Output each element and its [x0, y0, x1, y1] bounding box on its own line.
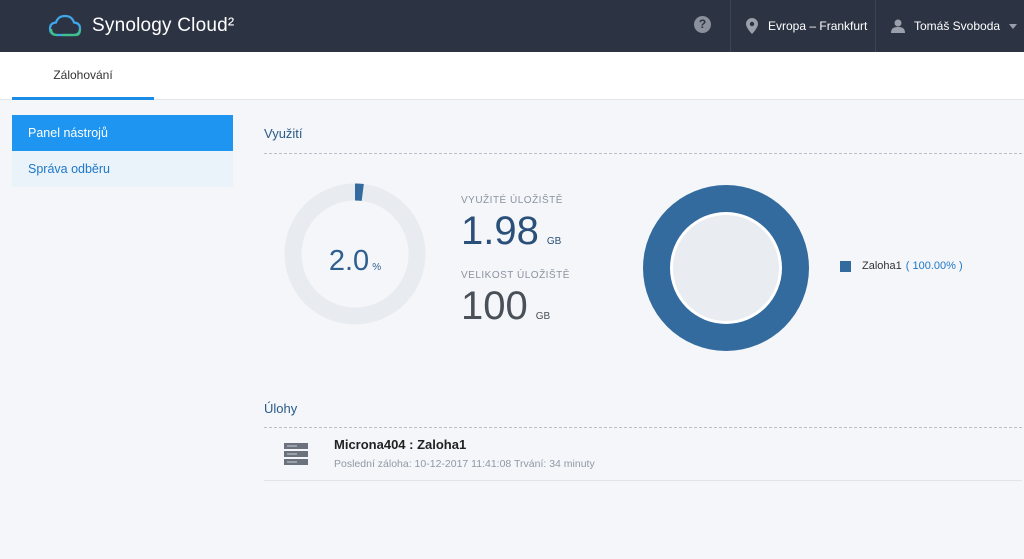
help-icon[interactable]: ?: [694, 16, 711, 33]
sidebar-item-subscription[interactable]: Správa odběru: [12, 151, 233, 187]
user-name: Tomáš Svoboda: [914, 19, 1001, 33]
usage-section-title: Využití: [264, 126, 303, 141]
usage-percent-value: 2.0: [328, 245, 370, 277]
tab-bar: Zálohování: [0, 52, 1024, 100]
app-name: Synology Cloud²: [92, 15, 235, 36]
storage-size-label: VELIKOST ÚLOŽIŠTĚ: [461, 270, 570, 281]
header-divider: [875, 0, 876, 52]
used-storage-label: VYUŽITÉ ÚLOŽIŠTĚ: [461, 195, 563, 206]
chevron-down-icon: [1009, 23, 1018, 29]
server-icon: [284, 443, 308, 465]
storage-size-number: 100: [461, 284, 528, 328]
user-menu[interactable]: Tomáš Svoboda: [891, 0, 1018, 52]
used-storage-value: 1.98 GB: [461, 209, 561, 254]
legend-swatch: [840, 260, 851, 272]
usage-percent: 2.0%: [284, 245, 426, 278]
usage-percent-unit: %: [372, 262, 382, 273]
donut-legend: Zaloha1 ( 100.00% ): [840, 260, 963, 272]
user-icon: [891, 19, 905, 33]
tab-zalohovani[interactable]: Zálohování: [12, 52, 154, 100]
region-label: Evropa – Frankfurt: [768, 19, 868, 33]
used-storage-unit: GB: [546, 236, 562, 247]
tasks-section-title: Úlohy: [264, 401, 298, 416]
used-storage-number: 1.98: [461, 209, 539, 253]
header-divider: [730, 0, 731, 52]
cloud-logo-icon: [48, 14, 82, 37]
top-bar: Synology Cloud² ? Evropa – Frankfurt Tom…: [0, 0, 1024, 52]
storage-size-unit: GB: [535, 311, 551, 322]
donut-center: [673, 215, 779, 321]
task-detail: Poslední záloha: 10-12-2017 11:41:08 Trv…: [334, 458, 595, 470]
location-pin-icon: [746, 18, 758, 34]
storage-donut: [643, 185, 809, 351]
legend-name: Zaloha1: [862, 260, 902, 272]
sidebar-item-dashboard[interactable]: Panel nástrojů: [12, 115, 233, 151]
task-row[interactable]: Microna404 : Zaloha1 Poslední záloha: 10…: [264, 427, 1022, 481]
app-logo[interactable]: Synology Cloud²: [48, 12, 234, 40]
sidebar: Panel nástrojů Správa odběru: [12, 115, 233, 187]
section-divider: [264, 153, 1022, 154]
legend-percent: ( 100.00% ): [905, 260, 963, 272]
storage-size-value: 100 GB: [461, 284, 550, 329]
region-selector[interactable]: Evropa – Frankfurt: [746, 0, 867, 52]
task-name: Microna404 : Zaloha1: [334, 437, 467, 452]
